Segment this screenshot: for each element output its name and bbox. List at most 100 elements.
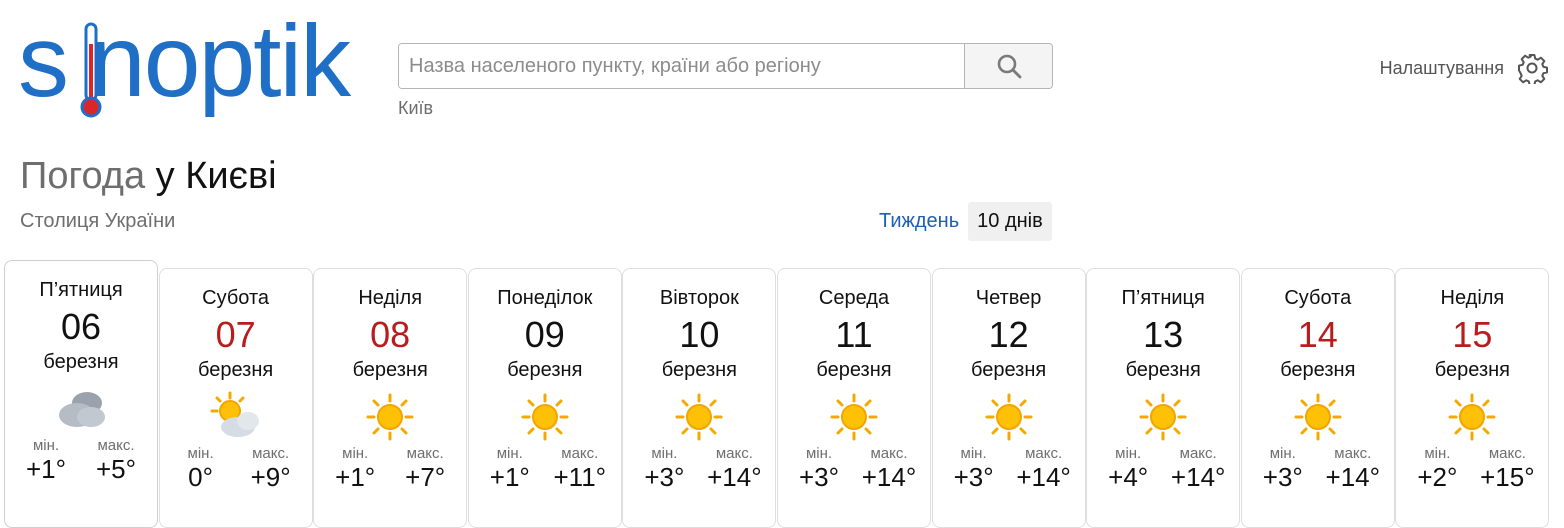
- day-card[interactable]: Неділя 15 березня мін. макс. +2° +15°: [1395, 268, 1550, 528]
- max-temp: +14°: [861, 462, 917, 492]
- max-temp: +11°: [553, 462, 607, 492]
- sun-icon: [1442, 389, 1502, 445]
- min-temp: 0°: [188, 462, 214, 492]
- min-temp: +1°: [25, 454, 67, 484]
- max-temp-label: макс.: [715, 445, 753, 462]
- day-card[interactable]: П’ятниця 06 березня мін. макс. +1° +5°: [4, 260, 158, 528]
- search-icon: [997, 54, 1021, 79]
- max-temp-label: макс.: [561, 445, 599, 462]
- min-temp: +1°: [489, 462, 530, 492]
- max-temp: +14°: [707, 462, 762, 492]
- day-card[interactable]: Понеділок 09 березня мін. макс. +1° +11°: [467, 268, 622, 528]
- title-part-2: у Києві: [155, 155, 277, 197]
- max-temp-label: макс.: [1334, 445, 1372, 462]
- day-card[interactable]: Четвер 12 березня мін. макс. +3° +14°: [931, 268, 1086, 528]
- sun-icon: [824, 389, 884, 445]
- min-temp-label: мін.: [805, 445, 833, 462]
- title-part-1: Погода: [20, 155, 146, 197]
- min-temp: +1°: [335, 462, 376, 492]
- day-name: Понеділок: [497, 287, 593, 309]
- min-temp-label: мін.: [1424, 445, 1451, 462]
- gear-icon: [1518, 54, 1548, 84]
- max-temp-label: макс.: [1025, 445, 1063, 462]
- tab-week[interactable]: Тиждень: [870, 202, 968, 241]
- min-temp-label: мін.: [187, 445, 214, 462]
- day-month: березня: [816, 359, 892, 381]
- period-tabs: Тиждень 10 днів: [870, 202, 1052, 241]
- day-name: Неділя: [358, 287, 423, 309]
- day-card[interactable]: Неділя 08 березня мін. макс. +1° +7°: [313, 268, 468, 528]
- page-title: Погода у Києві: [20, 155, 277, 198]
- max-temp-label: макс.: [406, 445, 444, 462]
- max-temp: +14°: [1325, 462, 1381, 492]
- max-temp: +14°: [1016, 462, 1071, 492]
- day-month: березня: [352, 359, 428, 381]
- day-name: П’ятниця: [1121, 287, 1205, 309]
- min-temp-label: мін.: [496, 445, 523, 462]
- sun-icon: [979, 389, 1039, 445]
- max-temp: +14°: [1170, 462, 1226, 492]
- day-date: 14: [1297, 314, 1338, 355]
- min-temp: +3°: [798, 462, 840, 492]
- day-date: 07: [215, 314, 256, 355]
- day-date: 10: [679, 314, 720, 355]
- min-temp-label: мін.: [32, 437, 60, 454]
- search-button[interactable]: [964, 44, 1052, 88]
- day-month: березня: [197, 359, 274, 381]
- day-month: березня: [507, 359, 583, 381]
- min-temp: +3°: [644, 462, 685, 492]
- logo-text: s noptik: [18, 4, 351, 118]
- day-name: Вівторок: [659, 287, 739, 309]
- search-bar: [398, 43, 1053, 89]
- page-subtitle: Столиця України: [20, 210, 176, 232]
- min-temp-label: мін.: [960, 445, 987, 462]
- min-temp-label: мін.: [1269, 445, 1296, 462]
- sun-icon: [669, 389, 729, 445]
- day-date: 11: [835, 314, 873, 355]
- max-temp: +15°: [1480, 462, 1535, 492]
- max-temp-label: макс.: [97, 437, 135, 454]
- day-month: березня: [1125, 359, 1201, 381]
- min-temp-label: мін.: [342, 445, 369, 462]
- day-name: Неділя: [1440, 287, 1505, 309]
- max-temp-label: макс.: [1488, 445, 1526, 462]
- settings-button[interactable]: Налаштування: [1380, 52, 1548, 84]
- day-card[interactable]: Середа 11 березня мін. макс. +3° +14°: [777, 268, 931, 528]
- sun-icon: [515, 389, 575, 445]
- day-month: березня: [970, 359, 1047, 381]
- max-temp-label: макс.: [870, 445, 908, 462]
- min-temp-label: мін.: [1115, 445, 1142, 462]
- day-name: Субота: [202, 287, 270, 309]
- min-temp: +2°: [1417, 462, 1458, 492]
- site-logo[interactable]: s noptik: [18, 4, 368, 118]
- max-temp: +9°: [250, 462, 291, 492]
- max-temp: +7°: [405, 462, 446, 492]
- day-card[interactable]: П’ятниця 13 березня мін. макс. +4° +14°: [1086, 268, 1241, 528]
- day-name: Четвер: [975, 287, 1042, 309]
- day-name: Середа: [818, 287, 890, 309]
- day-name: Субота: [1284, 287, 1352, 309]
- min-temp: +3°: [953, 462, 994, 492]
- search-input[interactable]: [399, 44, 964, 88]
- max-temp-label: макс.: [252, 445, 290, 462]
- day-card[interactable]: Субота 07 березня мін. макс. 0° +9°: [158, 268, 313, 528]
- tab-10-days[interactable]: 10 днів: [968, 202, 1052, 241]
- max-temp-label: макс.: [1179, 445, 1217, 462]
- day-card[interactable]: Вівторок 10 березня мін. макс. +3° +14°: [622, 268, 777, 528]
- min-temp: +4°: [1108, 462, 1149, 492]
- day-month: березня: [43, 351, 119, 373]
- day-card[interactable]: Субота 14 березня мін. макс. +3° +14°: [1240, 268, 1395, 528]
- settings-label: Налаштування: [1379, 57, 1504, 78]
- sun-icon: [360, 389, 420, 445]
- max-temp: +5°: [95, 454, 137, 484]
- day-date: 12: [988, 314, 1029, 355]
- day-month: березня: [1280, 359, 1356, 381]
- min-temp-label: мін.: [651, 445, 678, 462]
- cloudy-icon: [51, 381, 111, 437]
- recent-city-link[interactable]: Київ: [398, 98, 433, 119]
- partly-cloudy-icon: [206, 389, 266, 445]
- sun-icon: [1288, 389, 1348, 445]
- forecast-days: П’ятниця 06 березня мін. макс. +1° +5° С…: [4, 260, 1552, 528]
- day-date: 09: [524, 314, 565, 355]
- sun-icon: [1133, 389, 1193, 445]
